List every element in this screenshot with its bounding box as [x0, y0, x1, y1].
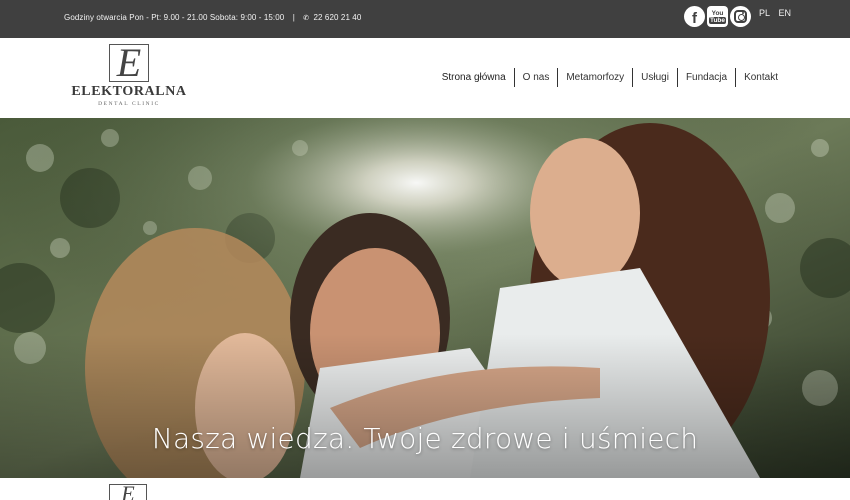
facebook-icon[interactable]: f	[684, 6, 705, 27]
logo-subtitle: DENTAL CLINIC	[98, 101, 160, 107]
logo-name: ELEKTORALNA	[71, 84, 187, 99]
hero-banner: Nasza wiedza. Twoje zdrowe i uśmiech	[0, 118, 850, 478]
site-header: E ELEKTORALNA DENTAL CLINIC Strona główn…	[0, 38, 850, 118]
nav-item-contact[interactable]: Kontakt	[735, 68, 786, 87]
phone-icon: ✆	[303, 15, 310, 22]
nav-item-about[interactable]: O nas	[513, 68, 558, 87]
top-bar: Godziny otwarcia Pon - Pt: 9.00 - 21.00 …	[0, 0, 850, 38]
separator: |	[292, 13, 295, 22]
nav-item-metamorphoses[interactable]: Metamorfozy	[557, 68, 632, 87]
opening-hours: Godziny otwarcia Pon - Pt: 9.00 - 21.00 …	[64, 13, 361, 22]
phone-number[interactable]: 22 620 21 40	[314, 13, 362, 22]
social-links: f You Tube	[684, 6, 751, 27]
opening-hours-text: Godziny otwarcia Pon - Pt: 9.00 - 21.00 …	[64, 13, 285, 22]
main-nav: Strona główna O nas Metamorfozy Usługi F…	[434, 68, 786, 87]
lang-pl[interactable]: PL	[759, 8, 770, 18]
lang-en[interactable]: EN	[779, 8, 792, 18]
nav-item-foundation[interactable]: Fundacja	[676, 68, 735, 87]
language-switcher: PL EN	[759, 8, 797, 18]
nav-item-home[interactable]: Strona główna	[434, 68, 514, 87]
logo-monogram: E	[109, 41, 149, 85]
next-section: E	[0, 478, 850, 500]
hero-tagline: Nasza wiedza. Twoje zdrowe i uśmiech	[151, 422, 699, 455]
logo[interactable]: E ELEKTORALNA DENTAL CLINIC	[70, 41, 188, 110]
youtube-icon[interactable]: You Tube	[707, 6, 728, 27]
instagram-icon[interactable]	[730, 6, 751, 27]
nav-item-services[interactable]: Usługi	[632, 68, 677, 87]
logo-monogram-small: E	[109, 481, 147, 500]
